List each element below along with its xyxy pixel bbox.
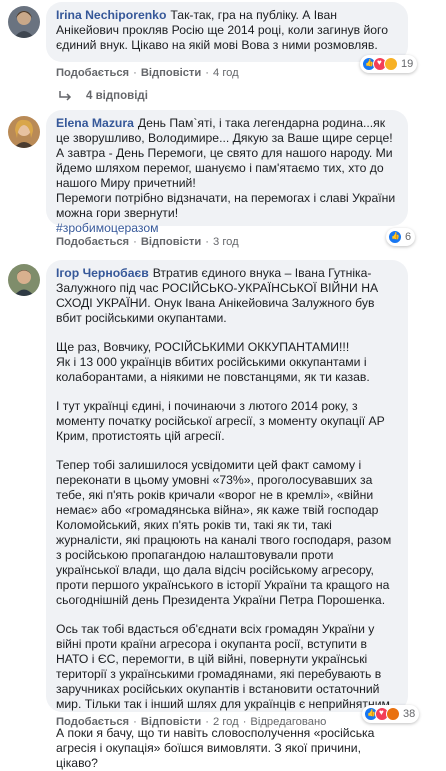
comment-paragraph-5: Ось так тобі вдасться об'єднати всіх гро… — [56, 622, 394, 711]
like-button[interactable]: Подобається — [56, 236, 129, 248]
comment-actions: Подобається · Відповісти · 4 год — [56, 67, 239, 79]
hashtag-link[interactable]: #зробимоцеразом — [56, 221, 159, 235]
timestamp[interactable]: 2 год — [213, 716, 239, 728]
timestamp[interactable]: 4 год — [213, 67, 239, 79]
reaction-count: 6 — [405, 231, 412, 243]
author-name[interactable]: Irina Nechiporenko — [56, 8, 166, 22]
reply-button[interactable]: Відповісти — [141, 716, 201, 728]
reaction-count: 38 — [403, 708, 416, 720]
like-button[interactable]: Подобається — [56, 67, 129, 79]
avatar[interactable] — [8, 6, 40, 38]
haha-reaction-icon — [384, 57, 398, 71]
like-button[interactable]: Подобається — [56, 716, 129, 728]
author-name[interactable]: Elena Mazura — [56, 116, 134, 130]
avatar[interactable] — [8, 116, 40, 148]
comment-actions: Подобається · Відповісти · 3 год — [56, 236, 239, 248]
reactions-summary[interactable]: 6 — [386, 228, 416, 246]
reactions-summary[interactable]: 38 — [362, 705, 420, 723]
comment-paragraph-4: Тепер тобі залишилося усвідомити цей фак… — [56, 458, 392, 607]
reply-arrow-icon — [59, 91, 72, 101]
author-name[interactable]: Ігор Чернобаєв — [56, 266, 149, 280]
comment-bubble: Ігор Чернобаєв Втратив єдиного внука – Ів… — [46, 260, 408, 770]
reply-button[interactable]: Відповісти — [141, 67, 201, 79]
view-replies-link[interactable]: 4 відповіді — [58, 90, 148, 102]
comment-bubble: Elena Mazura День Пам`яті, і така легенда… — [46, 110, 408, 235]
comment-actions: Подобається · Відповісти · 2 год · Відредагова… — [56, 716, 327, 728]
avatar[interactable] — [8, 264, 40, 296]
like-reaction-icon — [388, 230, 402, 244]
reply-button[interactable]: Відповісти — [141, 236, 201, 248]
edited-label[interactable]: Відредаговано — [250, 716, 326, 728]
replies-count-label[interactable]: 4 відповіді — [86, 90, 148, 102]
angry-reaction-icon — [386, 707, 400, 721]
comment-bubble: Irina Nechiporenko Так-так, гра на публік… — [46, 2, 408, 62]
timestamp[interactable]: 3 год — [213, 236, 239, 248]
comment-paragraph-2: Ще раз, Вовчику, РОСІЙСЬКИМИ ОККУПАНТАМИ… — [56, 340, 370, 384]
comment-paragraph-3: І тут українці єдині, і починаючи з люто… — [56, 399, 385, 443]
comment-paragraph-6: А поки я бачу, що ти навіть словосполуче… — [56, 726, 375, 770]
comment-text: День Пам`яті, і така легендарна родина..… — [56, 116, 396, 220]
reactions-summary[interactable]: 19 — [360, 55, 418, 73]
reaction-count: 19 — [401, 58, 414, 70]
